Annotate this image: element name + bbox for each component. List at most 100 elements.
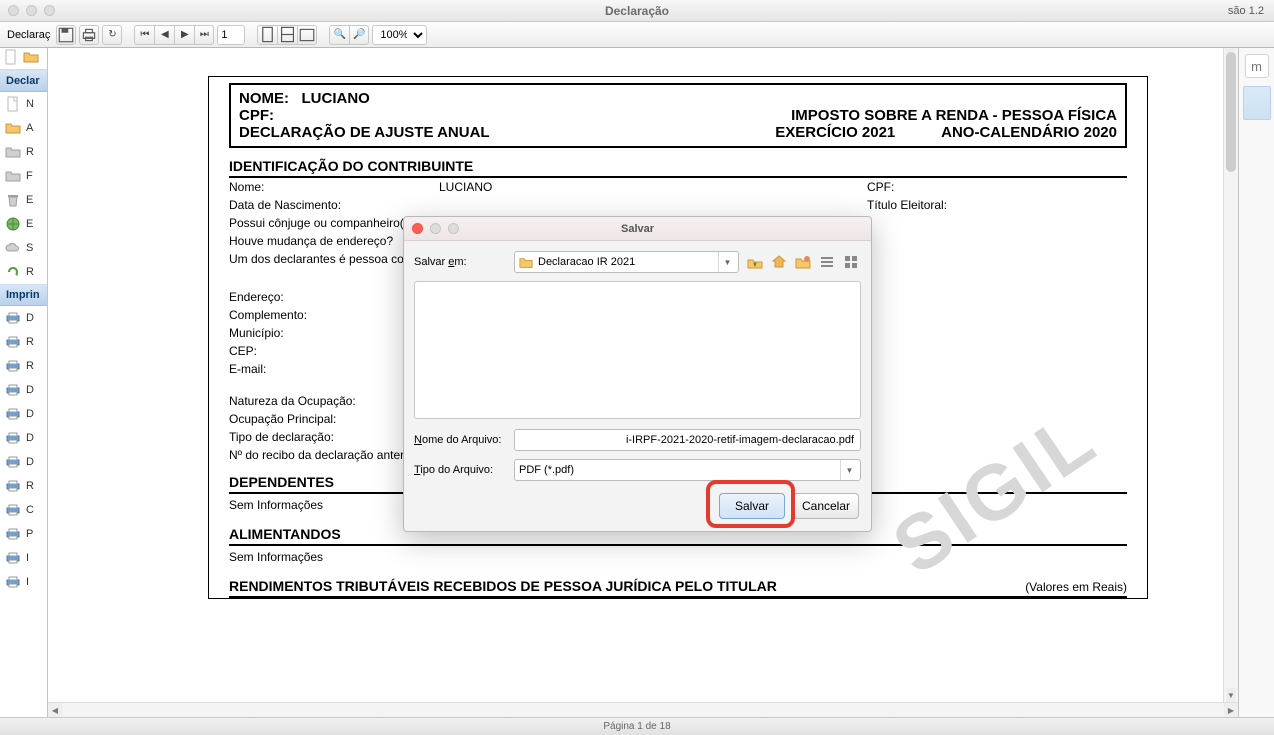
zoom-in-icon[interactable]: 🔍	[329, 25, 349, 45]
zoom-select[interactable]: 100%	[372, 25, 427, 45]
fit-group	[257, 25, 317, 45]
actual-size-icon[interactable]	[297, 25, 317, 45]
sidebar-item-label: F	[26, 170, 33, 182]
sidebar-item-label: I	[26, 576, 29, 588]
sidebar-print-item[interactable]: R	[0, 330, 47, 354]
sidebar-print-item[interactable]: D	[0, 450, 47, 474]
fit-width-icon[interactable]	[277, 25, 297, 45]
file-browser-area[interactable]	[414, 281, 861, 419]
sidebar: Declar NARFEESR Imprin DRRDDDDRCPII	[0, 48, 48, 702]
sidebar-print-item[interactable]: R	[0, 474, 47, 498]
chevron-down-icon: ▼	[718, 252, 736, 272]
field-cpf-label: CPF:	[867, 180, 1127, 194]
sidebar-item-label: P	[26, 528, 33, 540]
scroll-right-icon[interactable]: ▶	[1224, 703, 1238, 717]
scroll-down-icon[interactable]: ▼	[1226, 688, 1236, 702]
sidebar-item[interactable]: F	[0, 164, 47, 188]
scroll-thumb[interactable]	[1226, 52, 1236, 172]
home-icon[interactable]	[769, 252, 789, 272]
first-page-icon[interactable]: ⏮	[134, 25, 154, 45]
sidebar-item[interactable]: R	[0, 260, 47, 284]
scroll-left-icon[interactable]: ◀	[48, 703, 62, 717]
folder-icon	[5, 120, 21, 136]
printer-icon	[5, 358, 21, 374]
sidebar-item-label: R	[26, 266, 34, 278]
filename-input[interactable]	[514, 429, 861, 451]
sidebar-print-item[interactable]: D	[0, 306, 47, 330]
hdr-nome-label: NOME:	[239, 90, 289, 107]
dialog-titlebar: Salvar	[404, 217, 871, 241]
sidebar-print-item[interactable]: I	[0, 570, 47, 594]
print-icon[interactable]	[79, 25, 99, 45]
refresh-icon	[5, 264, 21, 280]
rightbar-tool-icon[interactable]: m	[1245, 54, 1269, 78]
doc-icon	[3, 49, 19, 68]
sidebar-print-item[interactable]: C	[0, 498, 47, 522]
reload-icon[interactable]: ↻	[102, 25, 122, 45]
page-number-input[interactable]	[217, 25, 245, 45]
folder-select-value: Declaracao IR 2021	[538, 256, 635, 268]
zoom-out-icon[interactable]: 🔎	[349, 25, 369, 45]
sidebar-item[interactable]: E	[0, 188, 47, 212]
sidebar-item-label: A	[26, 122, 33, 134]
hdr-nome-value: LUCIANO	[302, 90, 370, 107]
sidebar-print-item[interactable]: D	[0, 402, 47, 426]
printer-icon	[5, 430, 21, 446]
file-type-select[interactable]: PDF (*.pdf) ▼	[514, 459, 861, 481]
up-folder-icon[interactable]	[745, 252, 765, 272]
folder-icon	[519, 256, 533, 268]
field-recibo-label: Nº do recibo da declaração anterior d	[229, 448, 428, 462]
tipo-arquivo-label: Tipo do Arquivo:	[414, 464, 508, 476]
fit-page-icon[interactable]	[257, 25, 277, 45]
folder-open-icon[interactable]	[23, 49, 39, 68]
printer-icon	[5, 502, 21, 518]
save-button[interactable]: Salvar	[719, 493, 785, 519]
rightbar-thumbnail[interactable]	[1243, 86, 1271, 120]
nome-arquivo-label: Nome do Arquivo:	[414, 434, 508, 446]
sidebar-section-declarar: Declar	[0, 70, 47, 92]
hdr-decl: DECLARAÇÃO DE AJUSTE ANUAL	[239, 124, 490, 141]
folder-select[interactable]: Declaracao IR 2021 ▼	[514, 251, 739, 273]
cloud-icon	[5, 240, 21, 256]
field-nome-value: LUCIANO	[439, 180, 867, 194]
dialog-title: Salvar	[404, 223, 871, 235]
horizontal-scrollbar[interactable]: ◀ ▶	[48, 702, 1238, 717]
sidebar-item-label: I	[26, 552, 29, 564]
sidebar-item-label: D	[26, 312, 34, 324]
sidebar-item[interactable]: R	[0, 140, 47, 164]
folder-gray-icon	[5, 144, 21, 160]
field-conjuge-label: Possui cônjuge ou companheiro(a)?	[229, 216, 421, 230]
window-title: Declaração	[0, 4, 1274, 18]
page-header-box: NOME: LUCIANO CPF:IMPOSTO SOBRE A RENDA …	[229, 83, 1127, 148]
sidebar-print-item[interactable]: D	[0, 378, 47, 402]
sidebar-print-item[interactable]: P	[0, 522, 47, 546]
list-view-icon[interactable]	[817, 252, 837, 272]
sidebar-item[interactable]: A	[0, 116, 47, 140]
last-page-icon[interactable]: ⏭	[194, 25, 214, 45]
folder-gray-icon	[5, 168, 21, 184]
field-umdos-label: Um dos declarantes é pessoa com do	[229, 252, 430, 266]
page-icon	[5, 96, 21, 112]
field-nascimento-label: Data de Nascimento:	[229, 198, 439, 212]
save-icon[interactable]	[56, 25, 76, 45]
sidebar-item[interactable]: N	[0, 92, 47, 116]
next-page-icon[interactable]: ▶	[174, 25, 194, 45]
sidebar-item-label: R	[26, 360, 34, 372]
prev-page-icon[interactable]: ◀	[154, 25, 174, 45]
printer-icon	[5, 310, 21, 326]
sidebar-print-item[interactable]: D	[0, 426, 47, 450]
new-folder-icon[interactable]	[793, 252, 813, 272]
chevron-down-icon: ▼	[840, 460, 858, 480]
alimentandos-sem-info: Sem Informações	[229, 546, 1127, 568]
sidebar-item-label: D	[26, 384, 34, 396]
details-view-icon[interactable]	[841, 252, 861, 272]
sidebar-item[interactable]: E	[0, 212, 47, 236]
vertical-scrollbar[interactable]: ▲ ▼	[1223, 48, 1238, 702]
sidebar-item[interactable]: S	[0, 236, 47, 260]
sidebar-print-item[interactable]: R	[0, 354, 47, 378]
hdr-exercicio: EXERCÍCIO 2021	[775, 124, 895, 141]
printer-icon	[5, 454, 21, 470]
cancel-button[interactable]: Cancelar	[793, 493, 859, 519]
sidebar-print-item[interactable]: I	[0, 546, 47, 570]
printer-icon	[5, 478, 21, 494]
